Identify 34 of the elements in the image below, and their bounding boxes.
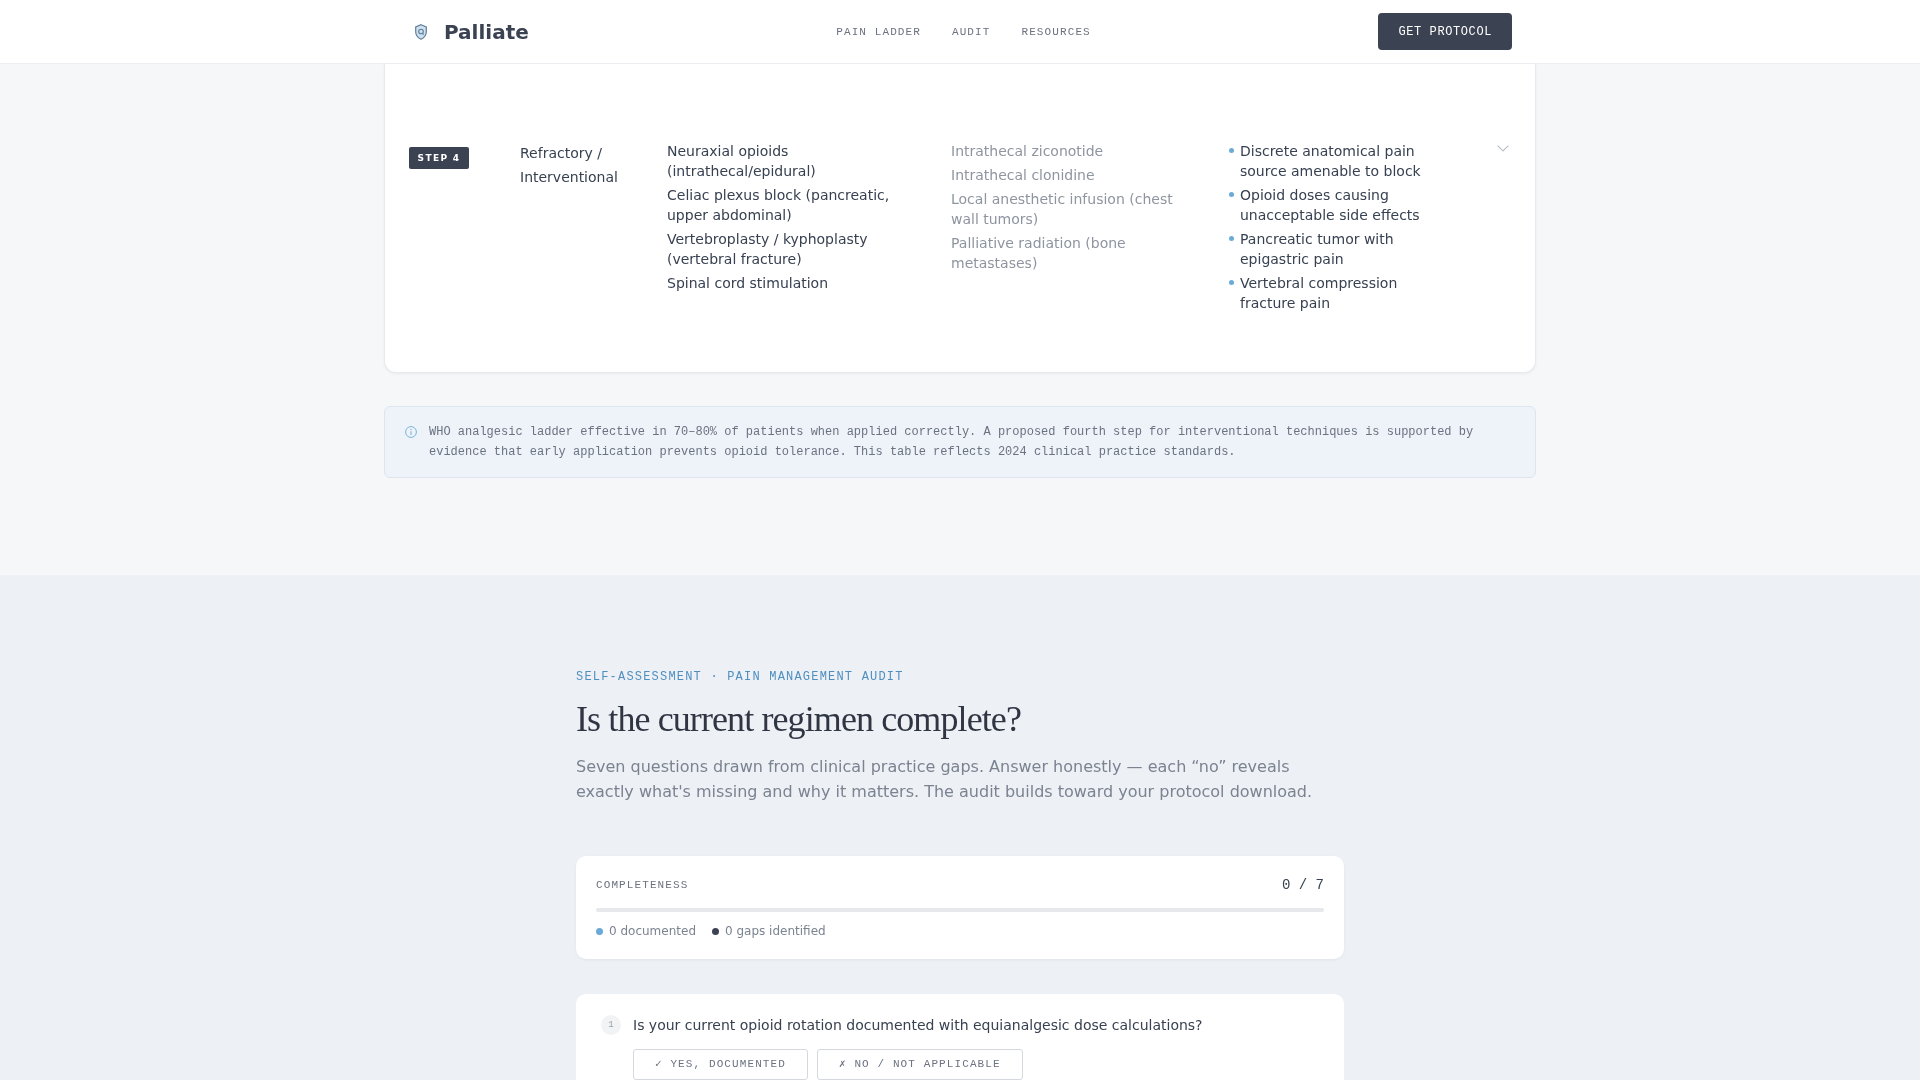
step-name: Refractory / Interventional [520, 144, 619, 187]
section-title: Is the current regimen complete? [576, 698, 1022, 741]
treatment-text: Celiac plexus block (pancreatic, upper abdominal) [667, 186, 891, 225]
question-text: Is your current opioid rotation documented with equianalgesic dose calculations? [633, 1016, 1203, 1035]
treatment-text: Neuraxial opioids (intrathecal/epidural) [667, 142, 817, 181]
indication-text: Discrete anatomical pain source amenable to block [1240, 142, 1422, 181]
indication-text: Vertebral compression fracture pain [1240, 274, 1399, 313]
indication-text: Opioid doses causing unacceptable side effects [1240, 186, 1421, 225]
treatment-text: Palliative radiation (bone metastases) [951, 234, 1127, 273]
question-number: 1 [601, 1015, 621, 1035]
nav-link[interactable]: AUDIT [951, 23, 991, 40]
get-protocol-button[interactable]: GET PROTOCOL [1378, 13, 1512, 50]
completeness-label: COMPLETENESS [596, 878, 689, 893]
chevron-down-icon[interactable] [1497, 145, 1509, 152]
intro-text: Seven questions drawn from clinical practice gaps. Answer honestly — each “no” reveals exactly what's missing and why it matters. The audit builds toward your protocol download. [576, 756, 1314, 803]
legend-label: 0 gaps identified [725, 923, 826, 939]
treatment-text: Intrathecal clonidine [951, 166, 1096, 185]
answer-option-button[interactable]: ✓ YES, DOCUMENTED [633, 1049, 808, 1080]
completeness-count: 0 / 7 [1282, 876, 1324, 895]
legend-label: 0 documented [609, 923, 696, 939]
nav-link[interactable]: PAIN LADDER [836, 23, 921, 40]
treatment-text: Vertebroplasty / kyphoplasty (vertebral fracture) [667, 230, 869, 269]
treatment-text: Local anesthetic infusion (chest wall tumors) [951, 190, 1174, 229]
treatment-text: Intrathecal ziconotide [951, 142, 1105, 161]
section-eyebrow: SELF-ASSESSMENT · PAIN MANAGEMENT AUDIT [576, 669, 905, 685]
info-icon [405, 426, 417, 438]
step-badge: STEP 4 [409, 147, 469, 169]
note-text: WHO analgesic ladder effective in 70–80% of patients when applied correctly. A proposed fourth step for interventional techniques is supported by evidence that early application prevents opioid tolerance. This table reflects 2024 clinical practice standards. [429, 424, 1475, 461]
shield-icon [415, 23, 427, 40]
brand-name[interactable]: Palliate [444, 17, 529, 46]
answer-option-button[interactable]: ✗ NO / NOT APPLICABLE [816, 1049, 1023, 1080]
indication-text: Pancreatic tumor with epigastric pain [1240, 230, 1395, 269]
nav-link[interactable]: RESOURCES [1021, 23, 1091, 40]
treatment-text: Spinal cord stimulation [667, 274, 830, 293]
